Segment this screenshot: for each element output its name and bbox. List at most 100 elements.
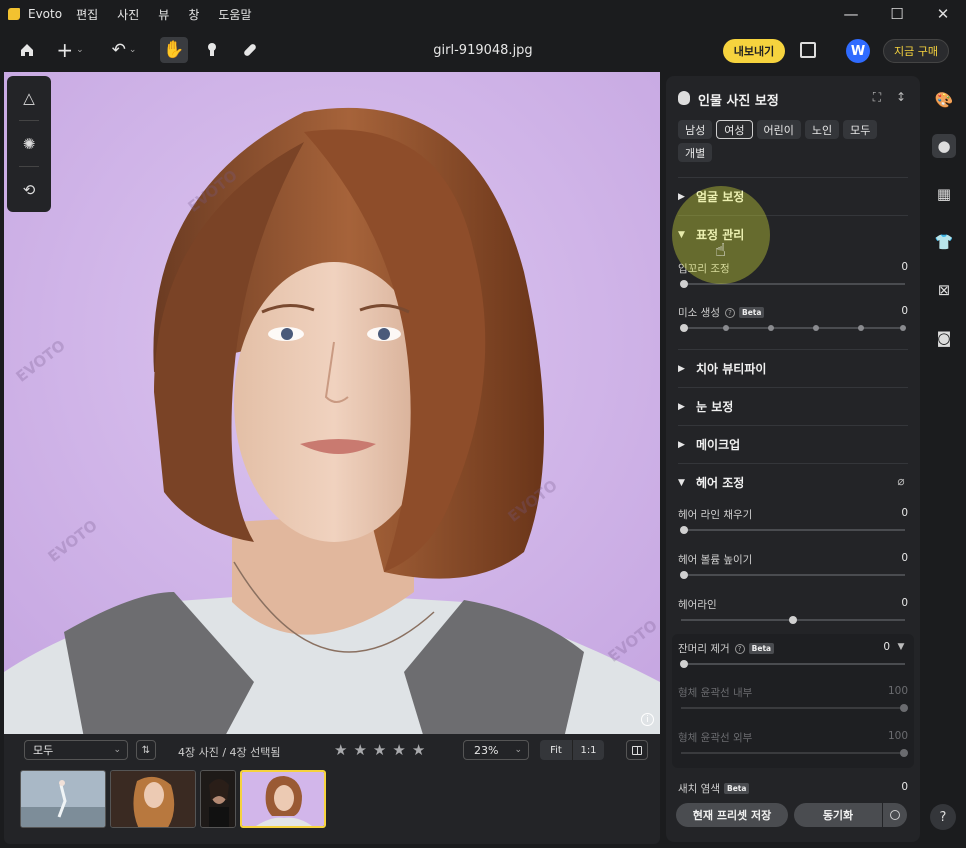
thumbnail[interactable] xyxy=(110,770,196,828)
face-icon[interactable]: ● xyxy=(932,134,956,158)
thumbnail-active[interactable] xyxy=(240,770,326,828)
smile-slider[interactable] xyxy=(680,324,906,332)
share-icon[interactable] xyxy=(800,42,816,58)
camera-icon[interactable]: ◙ xyxy=(932,326,956,350)
maximize-button[interactable]: ☐ xyxy=(874,0,920,28)
hand-cursor-icon: ☝ xyxy=(715,240,726,261)
slider-label: 헤어라인 xyxy=(678,599,717,611)
thumbnail-image xyxy=(242,772,324,826)
stamp-tool-button[interactable] xyxy=(198,37,226,63)
section-hair[interactable]: ▼ 헤어 조정 xyxy=(678,474,908,491)
sparkle-circle-icon[interactable]: ✺ xyxy=(19,134,39,154)
sort-button[interactable]: ⇅ xyxy=(136,740,156,760)
section-eyes[interactable]: ▶ 눈 보정 xyxy=(678,398,908,415)
close-button[interactable]: ✕ xyxy=(920,0,966,28)
hairline-fill-slider[interactable] xyxy=(680,526,905,534)
save-preset-button[interactable]: 현재 프리셋 저장 xyxy=(676,803,788,827)
menu-window[interactable]: 창 xyxy=(188,6,199,23)
export-button[interactable]: 내보내기 xyxy=(723,39,785,63)
slider-handle[interactable] xyxy=(680,280,688,288)
plus-icon: + xyxy=(56,38,74,62)
star-icon[interactable]: ★ xyxy=(353,741,372,759)
home-button[interactable] xyxy=(14,37,40,63)
star-icon[interactable]: ★ xyxy=(373,741,392,759)
photo-canvas[interactable]: EVOTO EVOTO EVOTO EVOTO EVOTO i xyxy=(4,72,660,738)
slider-handle[interactable] xyxy=(680,324,688,332)
hand-tool-button[interactable]: ✋ xyxy=(160,37,188,63)
slider-handle[interactable] xyxy=(789,616,797,624)
inner-outline-slider[interactable] xyxy=(681,704,908,712)
chip-all[interactable]: 모두 xyxy=(843,120,878,139)
beta-badge: Beta xyxy=(748,643,775,654)
thumbnail[interactable] xyxy=(200,770,236,828)
zoom-select[interactable]: 23% ⌄ xyxy=(463,740,529,760)
buy-now-button[interactable]: 지금 구매 xyxy=(883,39,949,63)
hair-volume-slider[interactable] xyxy=(680,571,905,579)
background-icon[interactable]: ▦ xyxy=(932,182,956,206)
section-label: 치아 뷰티파이 xyxy=(696,362,767,376)
filter-select[interactable]: 모두 ⌄ xyxy=(24,740,128,760)
section-face[interactable]: ▶ 얼굴 보정 xyxy=(678,188,908,205)
slider-value: 0 xyxy=(901,552,908,564)
section-label: 헤어 조정 xyxy=(696,476,745,490)
slider-tick xyxy=(858,325,864,331)
menu-photo[interactable]: 사진 xyxy=(117,6,139,23)
mouth-corner-slider[interactable] xyxy=(680,280,905,288)
slider-handle[interactable] xyxy=(900,749,908,757)
undo-button[interactable]: ↶ ⌄ xyxy=(106,37,142,63)
menu-view[interactable]: 뷰 xyxy=(158,6,169,23)
help-icon[interactable]: ? xyxy=(724,307,735,318)
palette-icon[interactable]: 🎨 xyxy=(932,88,956,112)
section-expression[interactable]: ▼ 표정 관리 xyxy=(678,226,908,243)
rating-stars[interactable]: ★★★★★ xyxy=(334,741,431,759)
sync-button[interactable]: 동기화 xyxy=(794,803,882,827)
menu-edit[interactable]: 편집 xyxy=(76,6,98,23)
section-teeth[interactable]: ▶ 치아 뷰티파이 xyxy=(678,360,908,377)
avatar[interactable]: W xyxy=(846,39,870,63)
thumbnail-image xyxy=(201,771,235,827)
eraser-icon[interactable]: ⌀ xyxy=(894,474,908,488)
expand-icon[interactable]: ↕ xyxy=(894,90,908,104)
thumbnail[interactable] xyxy=(20,770,106,828)
chevron-down-icon[interactable]: ▼ xyxy=(894,640,908,654)
history-icon[interactable]: ⟲ xyxy=(19,180,39,200)
slider-handle[interactable] xyxy=(680,571,688,579)
healing-tool-button[interactable] xyxy=(236,37,264,63)
star-icon[interactable]: ★ xyxy=(392,741,411,759)
bandage-icon xyxy=(244,44,256,56)
chevron-right-icon: ▶ xyxy=(678,191,685,202)
outer-outline-slider[interactable] xyxy=(681,749,908,757)
clothing-icon[interactable]: 👕 xyxy=(932,230,956,254)
fit-button[interactable]: Fit xyxy=(540,740,572,760)
crop-icon[interactable]: ⊠ xyxy=(932,278,956,302)
chevron-down-icon: ⌄ xyxy=(76,45,84,55)
flyaway-slider[interactable] xyxy=(680,660,905,668)
info-icon[interactable]: i xyxy=(641,713,654,726)
section-makeup[interactable]: ▶ 메이크업 xyxy=(678,436,908,453)
chevron-down-icon: ▼ xyxy=(678,477,685,488)
add-button[interactable]: + ⌄ xyxy=(52,37,88,63)
sync-options-button[interactable] xyxy=(883,803,907,827)
one-to-one-button[interactable]: 1:1 xyxy=(572,740,604,760)
minimize-button[interactable]: — xyxy=(828,0,874,28)
menu-bar: 편집 사진 뷰 창 도움말 xyxy=(76,6,270,23)
chip-elder[interactable]: 노인 xyxy=(804,120,840,139)
divider xyxy=(678,215,908,216)
chip-male[interactable]: 남성 xyxy=(678,120,713,139)
chip-female[interactable]: 여성 xyxy=(716,120,753,139)
chip-individual[interactable]: 개별 xyxy=(678,143,713,162)
hairline-slider[interactable] xyxy=(681,616,905,624)
slider-handle[interactable] xyxy=(900,704,908,712)
help-icon[interactable]: ? xyxy=(734,643,745,654)
chip-child[interactable]: 어린이 xyxy=(756,120,801,139)
chevron-right-icon: ▶ xyxy=(678,363,685,374)
triangle-mountain-icon[interactable]: △ xyxy=(19,88,39,108)
menu-help[interactable]: 도움말 xyxy=(218,6,251,23)
slider-handle[interactable] xyxy=(680,660,688,668)
face-scan-icon[interactable]: ⛶ xyxy=(870,90,884,104)
help-button[interactable]: ? xyxy=(930,804,956,830)
star-icon[interactable]: ★ xyxy=(412,741,431,759)
compare-button[interactable] xyxy=(626,740,648,760)
slider-handle[interactable] xyxy=(680,526,688,534)
star-icon[interactable]: ★ xyxy=(334,741,353,759)
